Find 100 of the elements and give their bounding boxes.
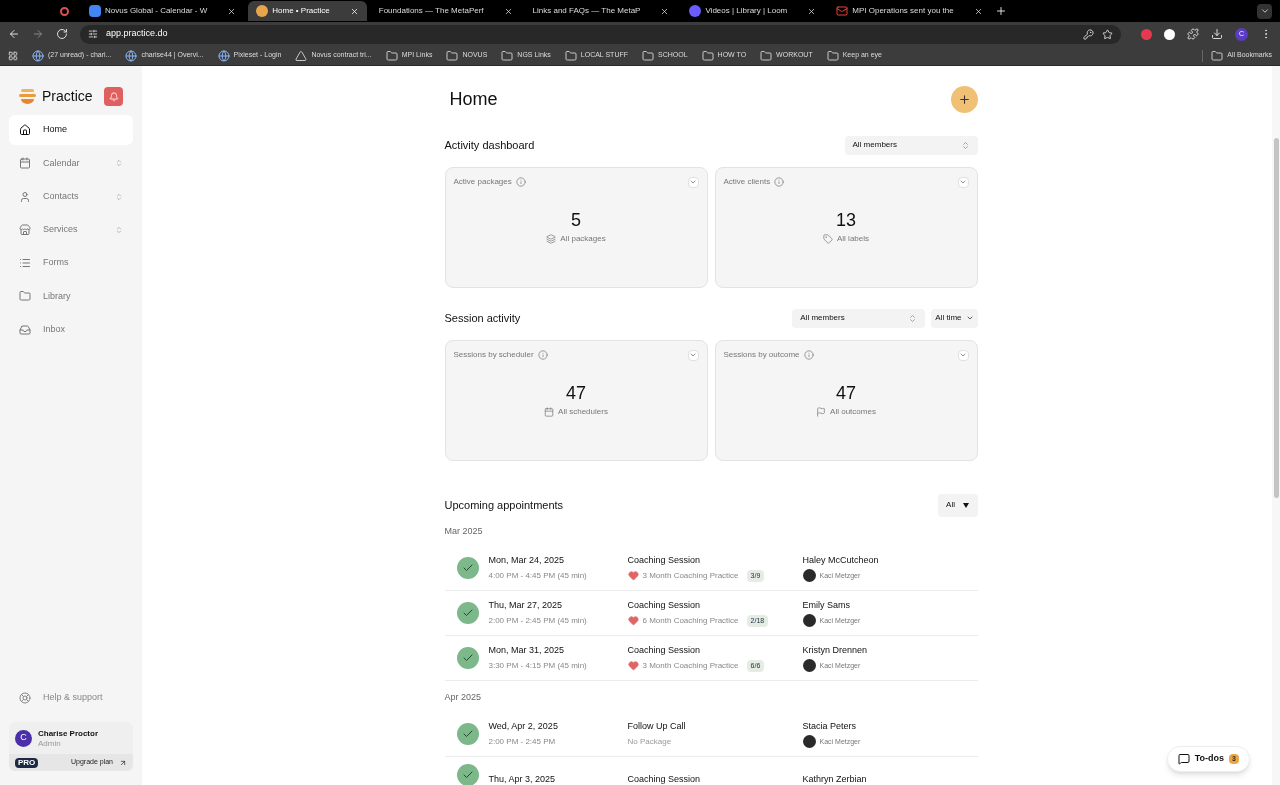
client-name: Emily Sams <box>802 598 851 612</box>
browser-tab[interactable]: Foundations — The MetaPerf <box>370 1 521 21</box>
package-name: 6 Month Coaching Practice <box>642 614 739 627</box>
avatar-icon <box>802 659 816 673</box>
caret-icon <box>689 351 697 359</box>
layers-icon <box>546 233 557 244</box>
members-select[interactable]: All members <box>792 308 926 328</box>
nav-item[interactable]: Home <box>9 115 133 145</box>
tab-list-button[interactable] <box>1257 3 1272 19</box>
appointment-date: Wed, Apr 2, 2025 <box>488 720 559 734</box>
avatar-icon <box>802 735 816 749</box>
calendar-icon <box>89 5 101 17</box>
browser-tab[interactable]: Home • Practice <box>248 1 367 21</box>
home-icon <box>19 124 31 136</box>
back-icon[interactable] <box>8 28 20 40</box>
bell-icon <box>108 91 119 102</box>
appointment-row[interactable]: Thu, Apr 3, 2025 Coaching Session Kathryn Zerbian <box>444 757 978 785</box>
folder-icon <box>501 49 514 62</box>
package-name: No Package <box>627 735 673 748</box>
browser-tab[interactable]: Novus Global - Calendar - W <box>81 1 245 21</box>
nav-item[interactable]: Forms <box>9 248 133 279</box>
section-title: Upcoming appointments <box>444 497 564 513</box>
time-filter[interactable]: All time <box>931 308 978 328</box>
card-menu-button[interactable] <box>957 349 969 361</box>
appointment-time: 2:00 PM - 2:45 PM <box>488 735 557 748</box>
address-bar[interactable]: app.practice.do <box>80 24 1121 44</box>
heart-icon <box>627 660 639 672</box>
help-link[interactable]: Help & support <box>43 691 103 705</box>
key-icon[interactable] <box>1083 28 1094 40</box>
arrow-icon <box>119 758 127 767</box>
appointment-title: Coaching Session <box>627 554 702 567</box>
star-icon[interactable] <box>1102 28 1113 40</box>
close-icon[interactable] <box>973 6 983 16</box>
browser-tab[interactable]: MPI Operations sent you the <box>828 1 991 21</box>
person-icon <box>19 190 31 203</box>
record-icon[interactable] <box>60 6 69 16</box>
calendar-icon <box>19 157 31 170</box>
tag-icon <box>823 233 833 244</box>
chat-icon <box>1177 753 1190 765</box>
calendar-icon <box>544 406 555 417</box>
nav-item[interactable]: Library <box>9 281 133 312</box>
chevron-down-icon <box>1259 6 1270 16</box>
appointment-date: Mon, Mar 31, 2025 <box>488 644 566 658</box>
caret-icon <box>965 314 974 322</box>
nav-item[interactable]: Contacts <box>9 181 133 212</box>
folder-icon <box>701 49 714 62</box>
card-link[interactable]: All schedulers <box>558 405 608 418</box>
browser-tab[interactable]: Links and FAQs — The MetaP <box>524 1 678 21</box>
section-title: Session activity <box>444 310 521 326</box>
info-icon <box>803 350 814 360</box>
card-menu-button[interactable] <box>687 349 699 361</box>
card-link[interactable]: All outcomes <box>830 405 876 418</box>
appointments-filter[interactable]: All <box>937 493 978 517</box>
appointment-time: 4:00 PM - 4:45 PM (45 min) <box>488 569 588 582</box>
close-icon[interactable] <box>503 6 513 16</box>
expand-icon <box>115 225 123 234</box>
appointment-title: Follow Up Call <box>627 720 687 734</box>
section-title: Activity dashboard <box>444 137 535 153</box>
plus-icon <box>957 93 971 106</box>
browser-tab[interactable]: Videos | Library | Loom <box>681 1 825 21</box>
add-button[interactable] <box>950 86 978 113</box>
nav-item[interactable]: Calendar <box>9 148 133 179</box>
card-title: Sessions by outcome <box>723 349 800 361</box>
close-icon[interactable] <box>227 6 237 16</box>
folder-icon <box>760 49 773 62</box>
caret-icon <box>959 351 967 359</box>
stat-value: 47 <box>836 383 856 402</box>
folder-icon <box>642 49 654 62</box>
info-icon <box>515 177 526 187</box>
chevron-icon <box>908 313 918 323</box>
close-icon[interactable] <box>807 6 817 16</box>
close-icon[interactable] <box>660 6 670 16</box>
members-select[interactable]: All members <box>844 135 978 155</box>
inbox-icon <box>19 323 31 336</box>
appointment-date: Mon, Mar 24, 2025 <box>488 554 566 568</box>
month-heading: Apr 2025 <box>444 691 483 704</box>
extensions-icon[interactable] <box>1187 28 1199 40</box>
card-menu-button[interactable] <box>957 176 969 188</box>
download-icon[interactable] <box>1211 28 1223 40</box>
card-link[interactable]: All packages <box>560 232 606 245</box>
appointment-time: 3:30 PM - 4:15 PM (45 min) <box>488 659 588 672</box>
apps-icon[interactable] <box>8 50 18 61</box>
client-name: Haley McCutcheon <box>802 553 879 567</box>
info-icon <box>774 177 785 187</box>
close-icon[interactable] <box>349 6 359 16</box>
logo-icon <box>19 89 36 104</box>
appointment-title: Coaching Session <box>627 599 702 612</box>
new-tab-icon[interactable] <box>994 5 1007 17</box>
mail-icon <box>836 5 849 17</box>
nav-item[interactable]: Services <box>9 214 133 245</box>
card-link[interactable]: All labels <box>837 232 869 245</box>
globe-icon <box>125 49 138 62</box>
reload-icon[interactable] <box>56 28 68 40</box>
card-title: Active packages <box>453 176 512 188</box>
nav-item[interactable]: Inbox <box>9 314 133 345</box>
practice-logo-icon <box>256 5 269 17</box>
card-title: Active clients <box>723 176 771 188</box>
client-name: Kathryn Zerbian <box>802 772 867 785</box>
extension-icon[interactable] <box>1164 28 1175 40</box>
card-menu-button[interactable] <box>687 176 699 188</box>
